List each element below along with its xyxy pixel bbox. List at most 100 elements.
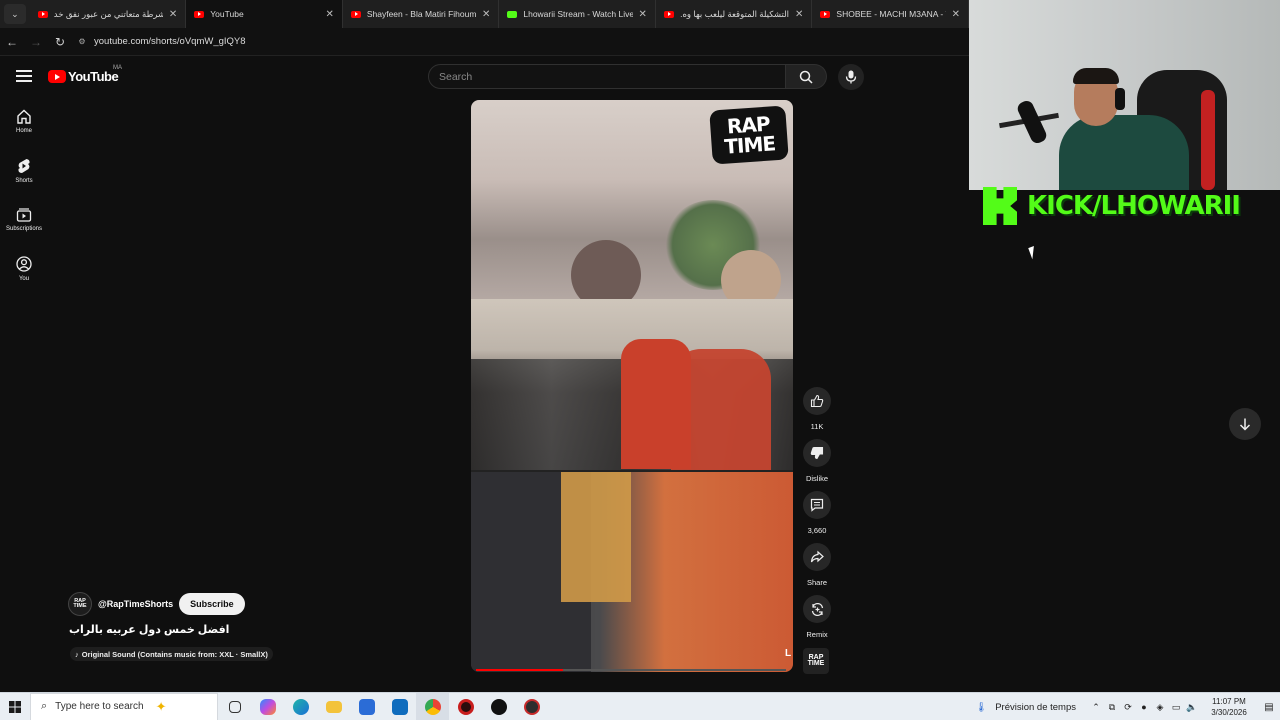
usb-icon[interactable]: ⧉ xyxy=(1104,702,1120,713)
browser-window: ⌄ الشرطة متعاتني من عبور نفق خد ✕ YouTub… xyxy=(0,0,969,692)
forward-icon[interactable]: → xyxy=(24,30,48,54)
sidebar-item-you[interactable]: You xyxy=(0,256,48,282)
youtube-logo[interactable]: YouTube MA xyxy=(48,65,122,84)
youtube-favicon-icon xyxy=(194,10,205,18)
tab-close-icon[interactable]: ✕ xyxy=(169,9,177,20)
remix-icon xyxy=(811,602,823,616)
logo-wordmark: YouTube xyxy=(68,69,119,84)
sidebar-item-subscriptions[interactable]: Subscriptions xyxy=(0,207,48,232)
tab-close-icon[interactable]: ✕ xyxy=(795,9,803,20)
sound-label: Original Sound (Contains music from: XXL… xyxy=(81,649,268,659)
network-icon[interactable]: ▭ xyxy=(1168,702,1184,713)
sound-link[interactable]: ♪ Original Sound (Contains music from: X… xyxy=(70,647,273,661)
store-icon[interactable] xyxy=(350,693,383,720)
browser-tab[interactable]: Shayfeen - Bla Matiri Fihoum ( ✕ xyxy=(343,0,500,28)
edge-icon[interactable] xyxy=(284,693,317,720)
url-field[interactable]: ⚙ youtube.com/shorts/oVqmW_gIQY8 xyxy=(76,32,245,52)
file-explorer-icon[interactable] xyxy=(317,693,350,720)
tab-close-icon[interactable]: ✕ xyxy=(482,9,490,20)
copilot-icon[interactable] xyxy=(251,693,284,720)
like-count: 11K xyxy=(810,422,824,431)
search-button[interactable] xyxy=(786,64,827,89)
youtube-favicon-icon xyxy=(350,10,361,18)
search-input[interactable] xyxy=(429,65,785,88)
sidebar-item-label: Shorts xyxy=(15,178,33,184)
browser-tab[interactable]: SHOBEE - MACHI M3ANA - You ✕ xyxy=(812,0,969,28)
rap-time-logo: RAP TIME xyxy=(709,105,789,165)
tab-title: التشكيلة المتوقعة ليلعب بها وه... xyxy=(679,8,790,19)
video-progress-bar[interactable] xyxy=(476,669,786,671)
chrome-icon[interactable] xyxy=(416,692,449,720)
start-button[interactable] xyxy=(0,693,30,720)
tab-close-icon[interactable]: ✕ xyxy=(639,9,647,20)
windows-logo-icon xyxy=(9,700,21,713)
microphone-tray-icon[interactable]: ● xyxy=(1136,702,1152,712)
weather-icon: 🌡 xyxy=(975,701,988,713)
site-info-icon[interactable]: ⚙ xyxy=(76,36,88,48)
youtube-page: YouTube MA Home Shorts Subsc xyxy=(0,56,969,692)
reload-icon[interactable]: ↻ xyxy=(48,30,72,54)
outlook-icon[interactable] xyxy=(383,693,416,720)
browser-tab[interactable]: Lhowarii Stream - Watch Live o ✕ xyxy=(499,0,656,28)
back-icon[interactable]: ← xyxy=(0,30,24,54)
taskbar-search[interactable]: ⌕ Type here to search ✦ xyxy=(30,692,218,720)
microphone-icon xyxy=(845,70,857,84)
task-view-icon[interactable] xyxy=(218,693,251,720)
copilot-sparkle-icon: ✦ xyxy=(155,698,167,714)
tab-title: الشرطة متعاتني من عبور نفق خد xyxy=(53,8,163,19)
channel-row: RAP TIME @RapTimeShorts Subscribe xyxy=(68,592,245,616)
like-button[interactable]: 11K xyxy=(802,387,832,431)
region-code: MA xyxy=(113,65,122,71)
volume-icon[interactable]: 🔈 xyxy=(1184,702,1200,713)
share-button[interactable]: Share xyxy=(802,543,832,587)
home-icon xyxy=(17,109,31,124)
update-icon[interactable]: ⟳ xyxy=(1120,702,1136,713)
sidebar-item-shorts[interactable]: Shorts xyxy=(0,158,48,184)
sound-channel-avatar[interactable]: RAP TIME xyxy=(803,648,829,674)
sidebar-item-home[interactable]: Home xyxy=(0,109,48,134)
kick-banner: KICK/LHOWARII xyxy=(983,187,1241,225)
remix-button[interactable]: Remix xyxy=(802,595,832,639)
weather-widget[interactable]: 🌡 Prévision de temps xyxy=(975,702,1076,713)
youtube-favicon-icon xyxy=(820,10,831,18)
tab-title: Lhowarii Stream - Watch Live o xyxy=(523,9,633,19)
youtube-play-icon xyxy=(48,70,66,83)
tab-title: YouTube xyxy=(210,9,244,19)
webcam-overlay xyxy=(969,0,1280,190)
comment-count: 3,660 xyxy=(807,526,827,535)
search-box xyxy=(428,64,786,89)
tab-bar: ⌄ الشرطة متعاتني من عبور نفق خد ✕ YouTub… xyxy=(0,0,969,28)
recording-app-icon[interactable] xyxy=(449,693,482,720)
security-icon[interactable]: ◈ xyxy=(1152,702,1168,713)
tab-list-button[interactable]: ⌄ xyxy=(4,4,26,24)
next-short-button[interactable] xyxy=(1229,408,1261,440)
subscriptions-icon xyxy=(16,208,32,222)
short-video-player[interactable]: RAP TIME xyxy=(471,100,793,672)
browser-tab-active[interactable]: YouTube ✕ xyxy=(186,0,343,28)
video-title[interactable]: افضل خمس دول عربيه بالراب xyxy=(69,623,229,636)
tab-title: SHOBEE - MACHI M3ANA - You xyxy=(836,9,945,19)
voice-search-button[interactable] xyxy=(838,64,864,90)
hamburger-menu-icon[interactable] xyxy=(14,68,34,84)
comments-button[interactable]: 3,660 xyxy=(802,491,832,535)
kick-app-icon[interactable] xyxy=(482,693,515,720)
channel-handle[interactable]: @RapTimeShorts xyxy=(98,599,173,609)
tab-close-icon[interactable]: ✕ xyxy=(952,9,960,20)
video-frame-middle xyxy=(471,299,793,470)
obs-icon[interactable] xyxy=(515,693,548,720)
screen: ⌄ الشرطة متعاتني من عبور نفق خد ✕ YouTub… xyxy=(0,0,1280,720)
weather-label: Prévision de temps xyxy=(995,701,1076,713)
tab-close-icon[interactable]: ✕ xyxy=(325,9,333,20)
chevron-up-icon[interactable]: ⌃ xyxy=(1088,702,1104,713)
clock[interactable]: 11:07 PM 3/30/2026 xyxy=(1200,696,1258,718)
browser-tab[interactable]: التشكيلة المتوقعة ليلعب بها وه... ✕ xyxy=(656,0,813,28)
youtube-favicon-icon xyxy=(663,10,674,18)
browser-tab[interactable]: الشرطة متعاتني من عبور نفق خد ✕ xyxy=(30,0,187,28)
dislike-label: Dislike xyxy=(805,474,829,483)
channel-avatar[interactable]: RAP TIME xyxy=(68,592,92,616)
subscribe-button[interactable]: Subscribe xyxy=(179,593,245,615)
search-icon: ⌕ xyxy=(41,700,48,712)
dislike-button[interactable]: Dislike xyxy=(802,439,832,483)
notification-icon[interactable]: ▤ xyxy=(1258,702,1280,713)
share-label: Share xyxy=(806,578,827,587)
